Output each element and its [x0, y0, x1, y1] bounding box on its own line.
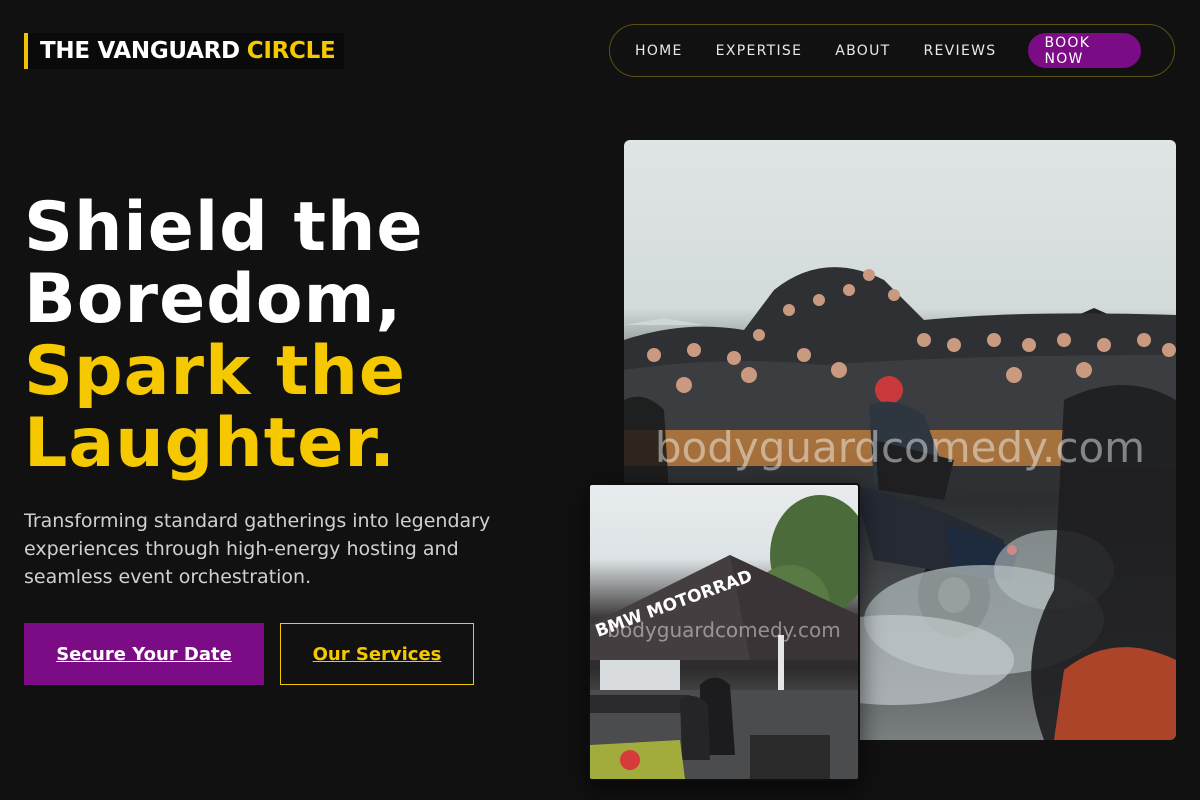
- main-photo-watermark: bodyguardcomedy.com: [655, 423, 1145, 472]
- nav-home[interactable]: HOME: [635, 43, 683, 59]
- hero-headline: Shield the Boredom, Spark the Laughter.: [24, 192, 424, 480]
- hero-subtitle: Transforming standard gatherings into le…: [24, 510, 491, 588]
- nav-expertise[interactable]: EXPERTISE: [716, 43, 803, 59]
- headline-line-4: Laughter.: [24, 404, 397, 483]
- headline-line-3: Spark the: [24, 332, 407, 411]
- nav-reviews[interactable]: REVIEWS: [923, 43, 996, 59]
- main-nav: HOME EXPERTISE ABOUT REVIEWS BOOK NOW: [609, 24, 1175, 77]
- brand-logo[interactable]: THE VANGUARD CIRCLE: [24, 33, 344, 69]
- book-now-button[interactable]: BOOK NOW: [1028, 33, 1141, 68]
- headline-line-1: Shield the: [24, 188, 424, 267]
- brand-name-yellow: CIRCLE: [246, 38, 336, 64]
- our-services-button[interactable]: Our Services: [280, 623, 474, 685]
- secure-date-button[interactable]: Secure Your Date: [24, 623, 264, 685]
- brand-name-white: THE VANGUARD: [40, 38, 240, 64]
- nav-about[interactable]: ABOUT: [835, 43, 890, 59]
- headline-line-2: Boredom,: [24, 260, 403, 339]
- small-photo-watermark: bodyguardcomedy.com: [607, 618, 840, 642]
- bmw-tent-illustration: BMW MOTORRAD bodyguardcomedy.com: [590, 495, 858, 779]
- bmw-tent-photo: BMW MOTORRAD bodyguardcomedy.com: [588, 483, 860, 781]
